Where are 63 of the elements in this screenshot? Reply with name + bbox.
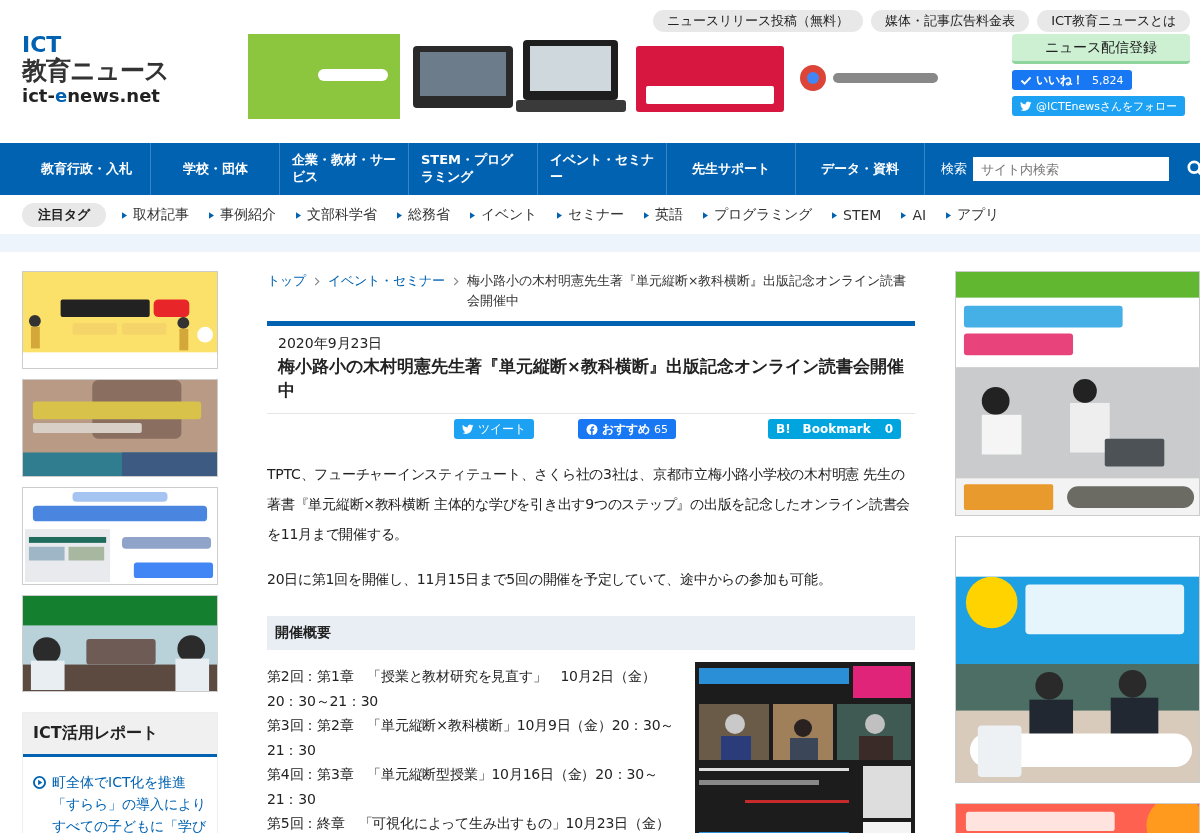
schedule-entry: 第2回：第1章 「授業と教材研究を見直す」 10月2日（金）20：30～21：30	[267, 667, 657, 711]
breadcrumb-link[interactable]: トップ	[267, 271, 306, 291]
triangle-icon	[470, 211, 475, 219]
triangle-icon	[946, 211, 952, 219]
schedule-entry: 第4回：第3章 「単元縦断型授業」10月16日（金）20：30～21：30	[267, 765, 659, 809]
article-date: 2020年9月23日	[278, 335, 384, 353]
logo-text[interactable]: 教育ニュース	[22, 58, 169, 83]
article-paragraph: 20日に第1回を開催し、11月15日まで5回の開催を予定していて、途中からの参加も可能。	[267, 570, 833, 589]
chevron-icon	[314, 277, 320, 286]
tag-link[interactable]: イベント	[481, 206, 537, 224]
nav-item[interactable]: 学校・団体	[151, 143, 280, 195]
bird-icon	[462, 423, 474, 435]
breadcrumb-current: 梅小路小の木村明憲先生著『単元縦断×教科横断』出版記念オンライン読書会開催中	[467, 272, 908, 310]
chevron-icon	[453, 277, 459, 286]
play-icon	[33, 776, 46, 789]
tag-link[interactable]: セミナー	[568, 206, 624, 224]
tag-link[interactable]: STEM	[843, 207, 882, 223]
triangle-icon	[901, 211, 907, 219]
tag-link[interactable]: AI	[912, 207, 927, 223]
section-heading: 開催概要	[267, 616, 915, 650]
bird-icon	[1020, 100, 1032, 112]
nav-item[interactable]: 教育行政・入札	[22, 143, 151, 195]
triangle-icon	[122, 211, 127, 219]
tag-link[interactable]: 取材記事	[133, 206, 189, 224]
header-link[interactable]: 媒体・記事広告料金表	[871, 10, 1030, 32]
tag-link[interactable]: 文部科学省	[307, 206, 377, 224]
tag-link[interactable]: 総務省	[408, 206, 450, 224]
search-icon[interactable]	[1187, 160, 1200, 178]
logo-text[interactable]: ICT	[22, 34, 62, 56]
triangle-icon	[644, 211, 649, 219]
article-paragraph: TPTC、フューチャーインスティテュート、さくら社の3社は、京都市立梅小路小学校の木村明憲 先生の著書『単元縦断×教科横断 主体的な学びを引き出す9つのステップ』の出版を記念したオンライン読書会を11月まで開催する。	[267, 465, 912, 544]
nav-item[interactable]: 企業・教材・サービス	[280, 143, 409, 195]
nav-item[interactable]: 先生サポート	[667, 143, 796, 195]
breadcrumb-link[interactable]: イベント・セミナー	[328, 271, 445, 291]
schedule-entry: 第5回：終章 「可視化によって生み出すもの」10月23日（金）	[267, 814, 671, 833]
report-heading: ICT活用レポート	[23, 713, 217, 757]
triangle-icon	[703, 211, 708, 219]
nav-item[interactable]: STEM・プログラミング	[409, 143, 538, 195]
tag-link[interactable]: 英語	[655, 206, 683, 224]
nav-item[interactable]: データ・資料	[796, 143, 925, 195]
facebook-button[interactable]: おすすめ 65	[578, 419, 676, 439]
schedule-entry: 第3回：第2章 「単元縦断×教科横断」10月9日（金）20：30～21：30	[267, 716, 676, 760]
triangle-icon	[397, 211, 402, 219]
tag-link[interactable]: 事例紹介	[220, 206, 276, 224]
like-button[interactable]: いいね！ 5,824	[1012, 70, 1132, 90]
nav-item[interactable]: イベント・セミナー	[538, 143, 667, 195]
facebook-icon	[586, 423, 598, 435]
report-link[interactable]: 町全体でICT化を推進 「すらら」の導入により すべての子どもに「学び	[52, 771, 206, 833]
logo-domain[interactable]: ict-enews.net	[22, 87, 160, 105]
article-title: 梅小路小の木村明憲先生著『単元縦断×教科横断』出版記念オンライン読書会開催中	[278, 356, 904, 402]
tag-label: 注目タグ	[22, 203, 106, 227]
search-label: 検索	[941, 160, 967, 178]
header-link[interactable]: ニュースリリース投稿（無料）	[653, 10, 864, 32]
tag-link[interactable]: アプリ	[957, 206, 1000, 224]
check-icon	[1020, 74, 1032, 86]
triangle-icon	[557, 211, 562, 219]
triangle-icon	[296, 211, 301, 219]
header-link[interactable]: ICT教育ニュースとは	[1037, 10, 1190, 32]
search-field[interactable]: サイト内検索	[973, 157, 1169, 181]
subscribe-button[interactable]: ニュース配信登録	[1012, 34, 1190, 64]
tag-link[interactable]: プログラミング	[714, 206, 812, 224]
triangle-icon	[209, 211, 214, 219]
triangle-icon	[832, 211, 837, 219]
